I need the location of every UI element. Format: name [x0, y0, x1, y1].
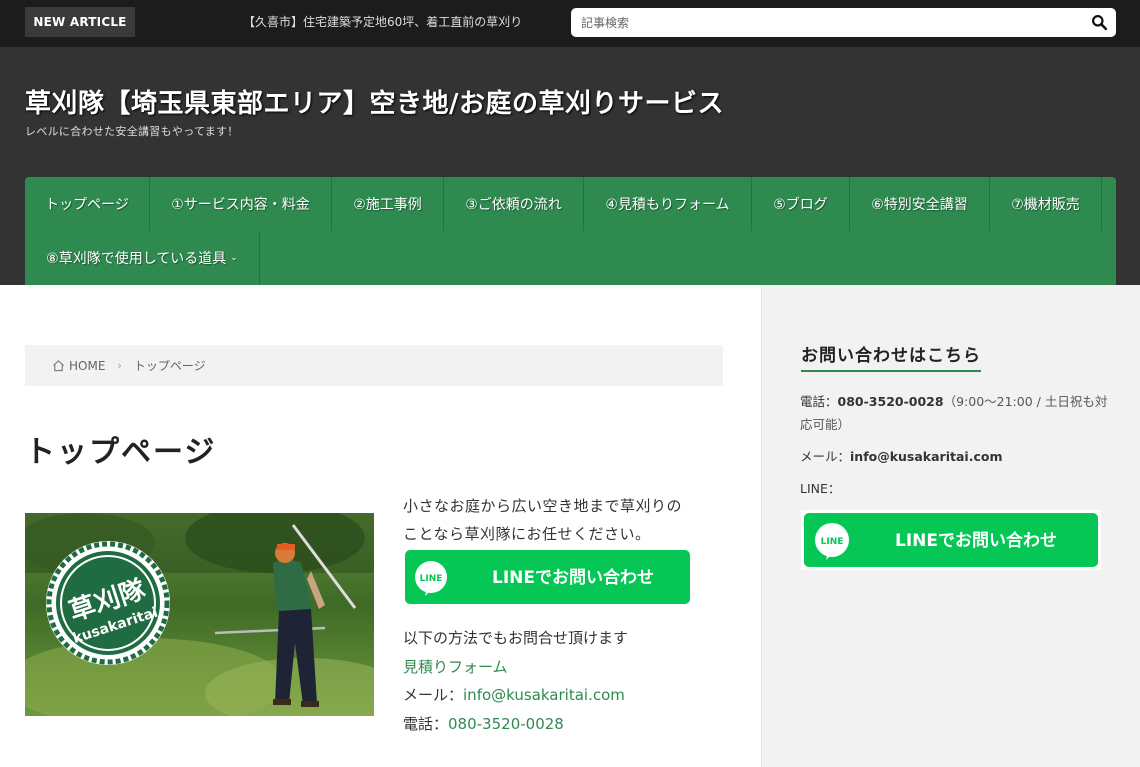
- nav-item-service[interactable]: ①サービス内容・料金: [150, 177, 332, 231]
- site-title[interactable]: 草刈隊【埼玉県東部エリア】空き地/お庭の草刈りサービス: [25, 83, 724, 120]
- nav-item-tools[interactable]: ⑧草刈隊で使用している道具 ⌄: [25, 231, 260, 285]
- sidebar-line-contact-button[interactable]: LINE LINEでお問い合わせ: [801, 510, 1101, 570]
- intro-text: 小さなお庭から広い空き地まで草刈りの ことなら草刈隊にお任せください。: [403, 492, 723, 548]
- nav-item-cases[interactable]: ②施工事例: [332, 177, 444, 231]
- page-title: トップページ: [25, 435, 217, 470]
- hero-photo: 草刈隊 kusakaritai: [25, 513, 374, 716]
- nav-item-label: ⑦機材販売: [1011, 197, 1080, 213]
- sidebar-line-logo-icon: LINE: [821, 537, 844, 547]
- breadcrumb-separator-icon: ›: [117, 359, 122, 372]
- mail-link[interactable]: info@kusakaritai.com: [463, 686, 625, 704]
- breadcrumb: HOME › トップページ: [25, 345, 723, 386]
- nav-item-label: ⑧草刈隊で使用している道具: [46, 251, 227, 267]
- phone-label: 電話：: [403, 714, 449, 733]
- nav-item-label: ④見積もりフォーム: [605, 197, 730, 213]
- sidebar-phone: 電話：080-3520-0028（9:00～21:00 / 土日祝も対応可能）: [800, 390, 1112, 436]
- sidebar-contact-title: お問い合わせはこちら: [801, 341, 981, 372]
- sidebar-line-button-graphic: LINE LINEでお問い合わせ: [804, 513, 1098, 567]
- chevron-down-icon: ⌄: [230, 253, 238, 263]
- hero-image: 草刈隊 kusakaritai: [25, 513, 374, 716]
- line-logo-icon: LINE: [420, 574, 443, 584]
- intro-line-2: ことなら草刈隊にお任せください。: [403, 525, 651, 543]
- intro-line-1: 小さなお庭から広い空き地まで草刈りの: [403, 497, 683, 515]
- nav-item-flow[interactable]: ③ご依頼の流れ: [444, 177, 584, 231]
- mail-label: メール：: [403, 686, 464, 704]
- sidebar-mail-label: メール：: [800, 449, 851, 464]
- sidebar-mail-address: info@kusakaritai.com: [850, 449, 1003, 464]
- sidebar-line-button-label: LINEでお問い合わせ: [895, 530, 1057, 551]
- line-button-label: LINEでお問い合わせ: [492, 567, 654, 588]
- nav-item-label: ③ご依頼の流れ: [465, 197, 562, 213]
- breadcrumb-current: トップページ: [133, 359, 206, 373]
- nav-item-blog[interactable]: ⑤ブログ: [752, 177, 850, 231]
- nav-item-label: トップページ: [45, 197, 129, 213]
- site-tagline: レベルに合わせた安全講習もやってます！: [25, 125, 239, 138]
- nav-item-label: ⑤ブログ: [773, 197, 828, 213]
- home-icon: [53, 360, 64, 372]
- search-icon[interactable]: [1091, 14, 1108, 31]
- top-bar: NEW ARTICLE 【久喜市】住宅建築予定地60坪、着工直前の草刈り: [0, 0, 1140, 47]
- sidebar-phone-label: 電話：: [800, 394, 838, 409]
- contact-methods: 以下の方法でもお問合せ頂けます 見積りフォーム メール：info@kusakar…: [403, 624, 628, 738]
- nav-item-label: ①サービス内容・料金: [171, 197, 310, 213]
- line-contact-button[interactable]: LINE LINEでお問い合わせ: [403, 548, 692, 606]
- sidebar-phone-number: 080-3520-0028: [837, 394, 944, 409]
- search-box: [571, 8, 1116, 37]
- nav-item-label: ②施工事例: [353, 197, 422, 213]
- sidebar-line-label: LINE：: [800, 481, 841, 496]
- sidebar-mail: メール：info@kusakaritai.com: [800, 445, 1112, 468]
- new-article-ticker[interactable]: 【久喜市】住宅建築予定地60坪、着工直前の草刈り: [243, 13, 522, 30]
- nav-item-equipment[interactable]: ⑦機材販売: [990, 177, 1102, 231]
- new-article-badge: NEW ARTICLE: [25, 7, 135, 37]
- nav-item-estimate[interactable]: ④見積もりフォーム: [584, 177, 752, 231]
- nav-item-label: ⑥特別安全講習: [871, 197, 968, 213]
- global-nav: トップページ ①サービス内容・料金 ②施工事例 ③ご依頼の流れ ④見積もりフォー…: [25, 177, 1116, 285]
- main-content: HOME › トップページ トップページ 草刈隊 kusakaritai 小さな…: [0, 285, 761, 767]
- nav-item-safety[interactable]: ⑥特別安全講習: [850, 177, 990, 231]
- search-input[interactable]: [571, 8, 1081, 37]
- sidebar: お問い合わせはこちら 電話：080-3520-0028（9:00～21:00 /…: [761, 285, 1140, 767]
- breadcrumb-home[interactable]: HOME: [69, 359, 105, 373]
- phone-link[interactable]: 080-3520-0028: [448, 715, 564, 733]
- nav-item-top[interactable]: トップページ: [25, 177, 150, 231]
- contact-methods-intro: 以下の方法でもお問合せ頂けます: [403, 629, 629, 647]
- estimate-form-link[interactable]: 見積りフォーム: [403, 658, 508, 676]
